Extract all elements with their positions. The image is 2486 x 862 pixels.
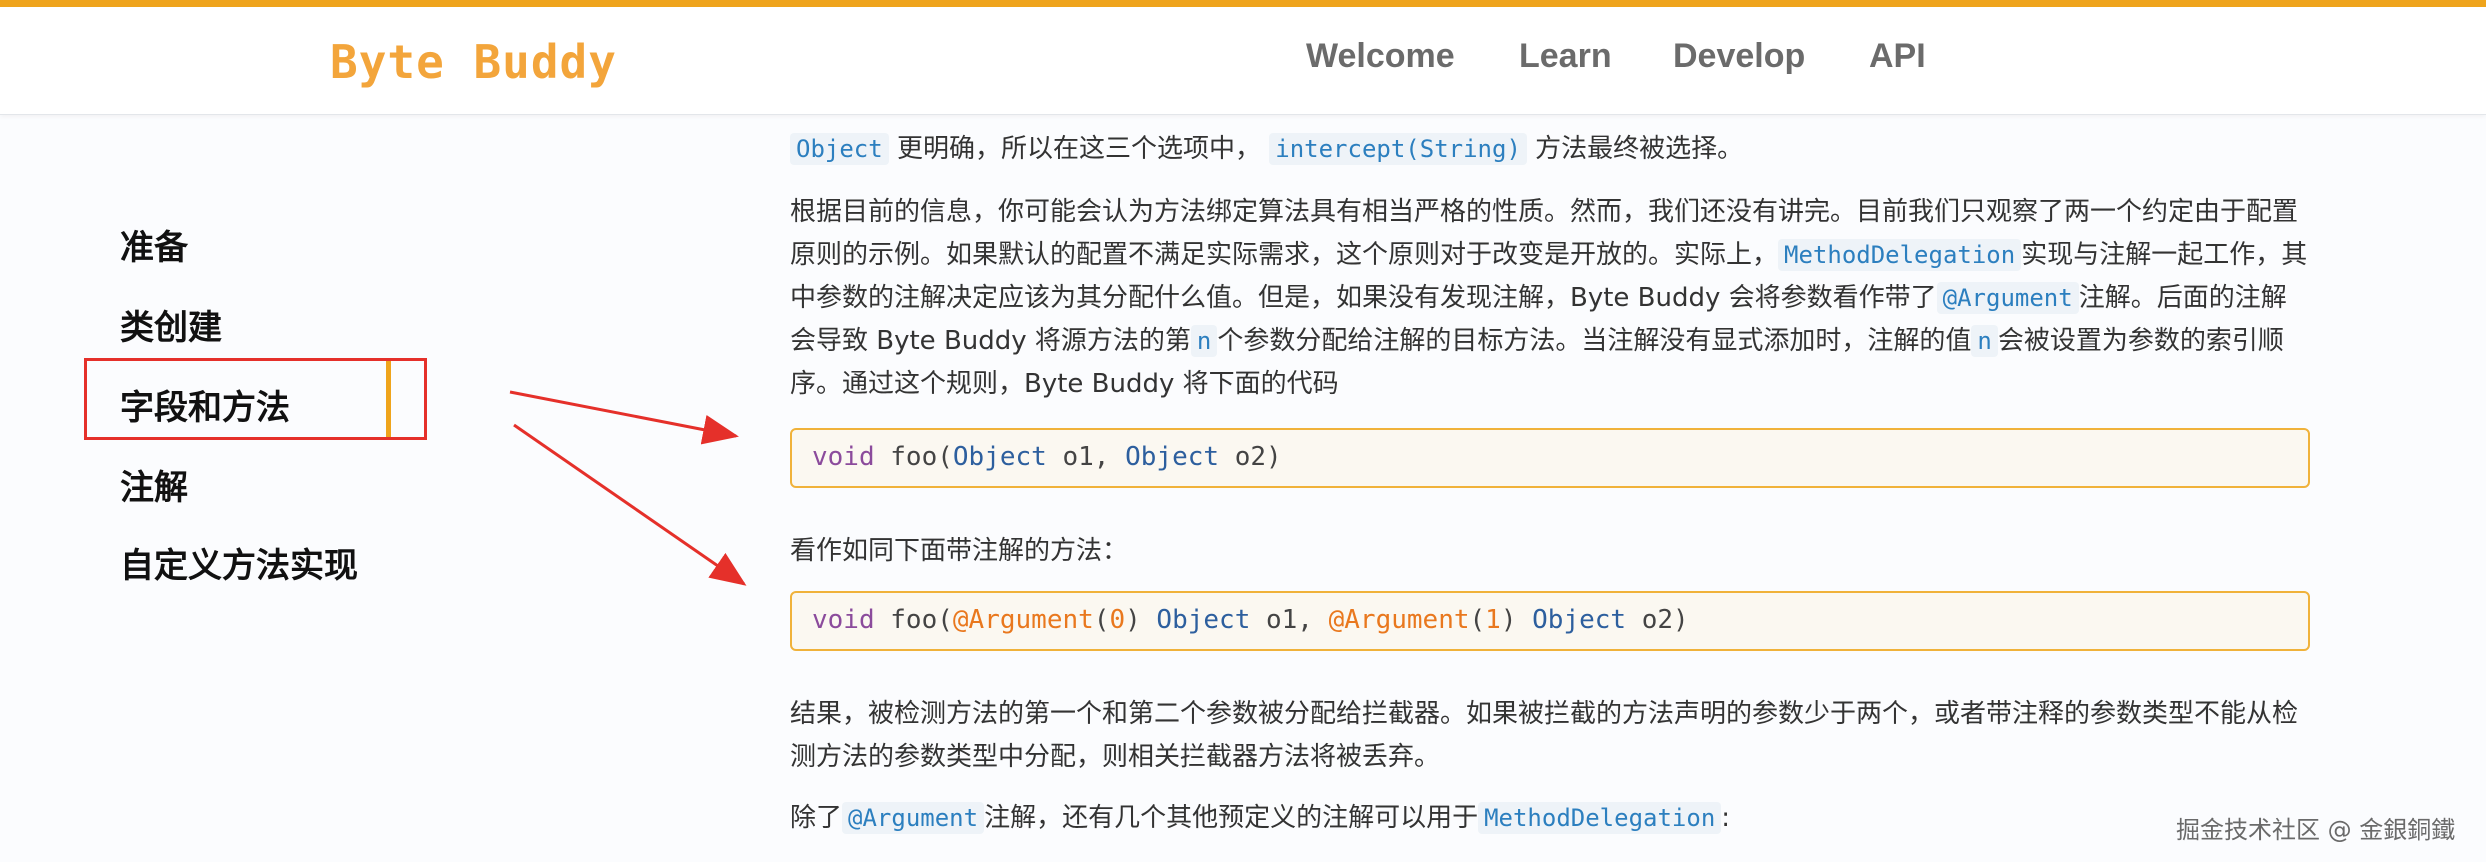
inline-code-methoddelegation: MethodDelegation: [1778, 239, 2022, 271]
inline-code-intercept-string: intercept(String): [1269, 133, 1527, 165]
inline-code-argument: @Argument: [1936, 282, 2079, 314]
paragraph-options: Object 更明确，所以在这三个选项中， intercept(String) …: [790, 128, 2310, 171]
sidebar-item-prepare[interactable]: 准备: [120, 220, 188, 269]
code-block-plain-foo: void foo(Object o1, Object o2): [790, 428, 2310, 488]
annotation-arrow-2: [513, 423, 747, 586]
nav-develop[interactable]: Develop: [1673, 37, 1805, 76]
paragraph-binding-rules: 根据目前的信息，你可能会认为方法绑定算法具有相当严格的性质。然而，我们还没有讲完…: [790, 197, 2308, 399]
paragraph-seen-as: 看作如同下面带注解的方法：: [790, 536, 1129, 566]
juejin-watermark: 掘金技术社区 @ 金銀銅鐵: [2176, 816, 2456, 844]
inline-code-n: n: [1190, 325, 1218, 357]
sidebar-item-class-creation[interactable]: 类创建: [120, 300, 222, 349]
byte-buddy-logo[interactable]: Byte Buddy: [330, 35, 617, 89]
nav-api[interactable]: API: [1869, 37, 1926, 76]
paragraph-other-annotations: 除了 @Argument 注解，还有几个其他预定义的注解可以用于 MethodDele…: [790, 802, 1731, 834]
nav-welcome[interactable]: Welcome: [1306, 37, 1455, 76]
paragraph-result: 结果，被检测方法的第一个和第二个参数被分配给拦截器。如果被拦截的方法声明的参数少…: [790, 699, 2299, 772]
annotation-highlight-box: [84, 358, 427, 440]
inline-code-n-2: n: [1971, 325, 1998, 357]
top-navbar: Byte Buddy Welcome Learn Develop API: [0, 7, 2486, 115]
inline-code-argument-2: @Argument: [842, 802, 985, 834]
annotation-arrow-1: [509, 390, 739, 445]
sidebar-item-custom-method-implementation[interactable]: 自定义方法实现: [120, 538, 358, 587]
code-block-annotated-foo: void foo(@Argument(0) Object o1, @Argume…: [790, 591, 2310, 651]
inline-code-object: Object: [790, 133, 889, 165]
sidebar-item-annotations[interactable]: 注解: [120, 460, 188, 509]
main-content: Object 更明确，所以在这三个选项中， intercept(String) …: [790, 0, 2310, 862]
inline-code-methoddelegation-2: MethodDelegation: [1478, 802, 1722, 834]
nav-learn[interactable]: Learn: [1519, 37, 1612, 76]
